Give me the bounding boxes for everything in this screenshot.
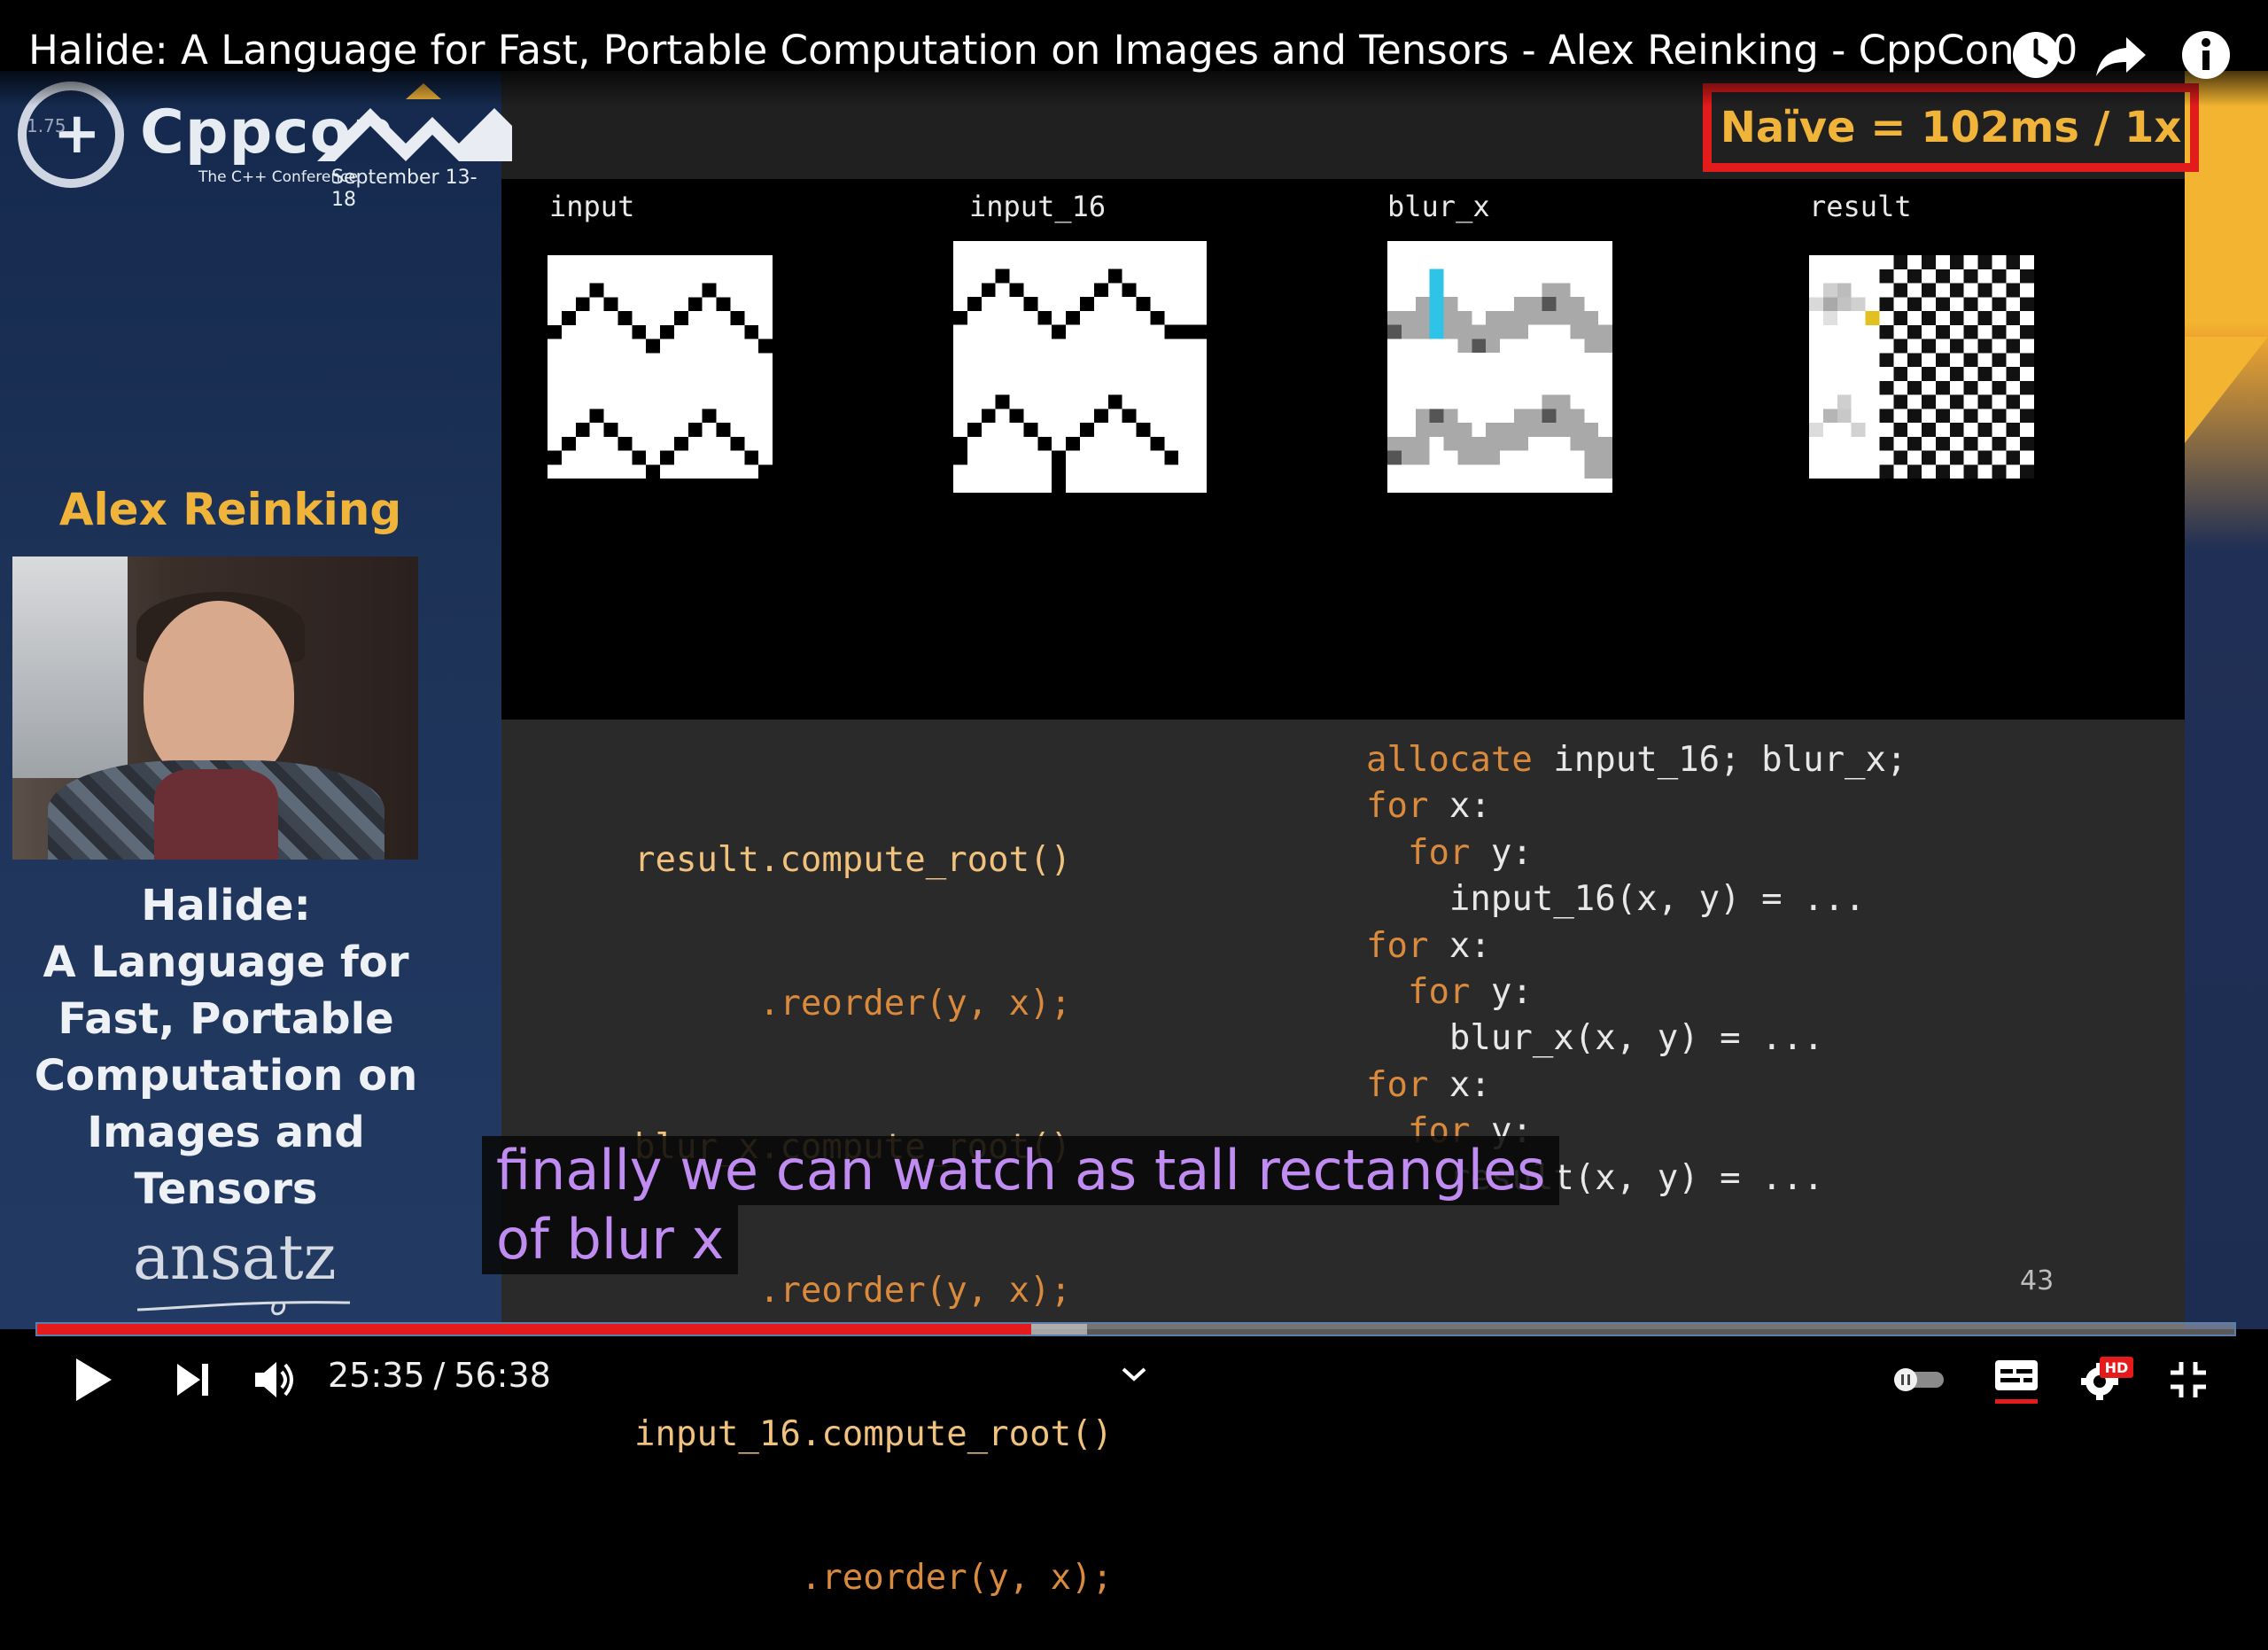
talk-title-line: Fast, Portable bbox=[58, 994, 394, 1044]
share-icon[interactable] bbox=[2093, 27, 2149, 83]
autoplay-toggle[interactable] bbox=[1892, 1349, 1946, 1411]
code-text: y: bbox=[1470, 832, 1533, 873]
code-line: result.compute_root() bbox=[634, 840, 1072, 880]
settings-hd-badge: HD bbox=[2105, 1359, 2129, 1376]
code-line: for x: bbox=[1366, 1062, 1907, 1109]
time-separator: / bbox=[433, 1356, 446, 1395]
talk-title: Halide: A Language for Fast, Portable Co… bbox=[18, 877, 434, 1218]
watch-later-icon[interactable] bbox=[2008, 27, 2064, 83]
code-line: for x: bbox=[1366, 783, 1907, 829]
playback-speed-overlay: 1.75 bbox=[27, 115, 66, 136]
subtitles-button[interactable] bbox=[1993, 1349, 2039, 1411]
next-button[interactable] bbox=[174, 1349, 213, 1411]
image-label-result: result bbox=[1809, 190, 1912, 223]
speaker-name: Alex Reinking bbox=[58, 484, 402, 535]
code-keyword: allocate bbox=[1366, 740, 1533, 780]
settings-button[interactable]: HD bbox=[2078, 1349, 2135, 1411]
video-title-bar: Halide: A Language for Fast, Portable Co… bbox=[0, 0, 2268, 106]
code-text: input_16; blur_x; bbox=[1532, 740, 1907, 780]
code-line: .reorder(y, x); bbox=[634, 1271, 1072, 1311]
seek-bar[interactable] bbox=[35, 1322, 2236, 1336]
code-line: for y: bbox=[1366, 830, 1907, 876]
code-line: input_16.compute_root() bbox=[634, 1414, 1114, 1454]
chapter-chevron-button[interactable] bbox=[1118, 1343, 1150, 1405]
code-line: .reorder(y, x); bbox=[634, 984, 1072, 1023]
image-blur-x bbox=[1387, 241, 1612, 493]
video-title[interactable]: Halide: A Language for Fast, Portable Co… bbox=[28, 27, 2078, 74]
conference-dates: September 13-18 bbox=[331, 167, 478, 211]
code-text: blur_x(x, y) = ... bbox=[1366, 1018, 1824, 1059]
code-text: x: bbox=[1428, 786, 1491, 827]
code-line: input_16(x, y) = ... bbox=[1366, 876, 1907, 922]
talk-title-line: Computation on bbox=[34, 1051, 418, 1101]
sponsor-swash-icon bbox=[136, 1301, 351, 1316]
current-time: 25:35 bbox=[328, 1356, 425, 1395]
duration: 56:38 bbox=[454, 1356, 551, 1395]
code-line: allocate input_16; blur_x; bbox=[1366, 737, 1907, 783]
talk-title-line: Halide: bbox=[141, 881, 311, 930]
code-line: for y: bbox=[1366, 969, 1907, 1016]
talk-title-line: A Language for bbox=[43, 938, 409, 987]
image-input bbox=[548, 255, 773, 479]
captions: finally we can watch as tall rectangles … bbox=[482, 1136, 1560, 1274]
image-label-input: input bbox=[549, 190, 635, 223]
image-label-input-16: input_16 bbox=[969, 190, 1107, 223]
code-keyword: for bbox=[1366, 925, 1429, 966]
image-label-blur-x: blur_x bbox=[1387, 190, 1490, 223]
code-text: x: bbox=[1428, 925, 1491, 966]
code-text: input_16(x, y) = ... bbox=[1366, 879, 1866, 920]
time-display: 25:35/56:38 bbox=[328, 1356, 551, 1395]
caption-line: finally we can watch as tall rectangles bbox=[482, 1136, 1560, 1205]
code-text: y: bbox=[1470, 972, 1533, 1013]
played-progress bbox=[37, 1324, 1032, 1335]
info-icon[interactable] bbox=[2178, 27, 2234, 83]
code-line: .reorder(y, x); bbox=[634, 1558, 1114, 1598]
talk-title-line: Tensors bbox=[134, 1164, 318, 1214]
autoplay-toggle-icon bbox=[1894, 1368, 1944, 1391]
slide-right-decoration bbox=[2185, 71, 2268, 1329]
settings-hd-icon: HD bbox=[2081, 1357, 2133, 1400]
image-result bbox=[1809, 255, 2034, 479]
code-keyword: for bbox=[1366, 972, 1471, 1013]
chevron-down-icon bbox=[1122, 1367, 1146, 1381]
code-text: x: bbox=[1428, 1064, 1491, 1105]
play-icon bbox=[76, 1358, 112, 1401]
next-icon bbox=[177, 1364, 208, 1396]
code-keyword: for bbox=[1366, 1064, 1429, 1105]
code-line: blur_x(x, y) = ... bbox=[1366, 1016, 1907, 1062]
talk-title-line: Images and bbox=[87, 1108, 365, 1157]
code-keyword: for bbox=[1366, 786, 1429, 827]
speaker-webcam bbox=[12, 556, 418, 860]
exit-fullscreen-button[interactable] bbox=[2169, 1349, 2208, 1411]
exit-fullscreen-icon bbox=[2171, 1362, 2206, 1397]
volume-button[interactable] bbox=[253, 1349, 299, 1411]
player-controls: 25:35/56:38 HD bbox=[0, 1338, 2268, 1418]
loop-code: allocate input_16; blur_x; for x: for y: … bbox=[1366, 737, 1907, 1202]
play-button[interactable] bbox=[71, 1349, 115, 1411]
volume-icon bbox=[255, 1362, 293, 1397]
code-keyword: for bbox=[1366, 832, 1471, 873]
image-input-16 bbox=[953, 241, 1207, 493]
subtitles-icon bbox=[1995, 1360, 2038, 1404]
code-line: for x: bbox=[1366, 923, 1907, 969]
slide-page-number: 43 bbox=[2020, 1265, 2054, 1296]
caption-line: of blur x bbox=[482, 1205, 739, 1274]
